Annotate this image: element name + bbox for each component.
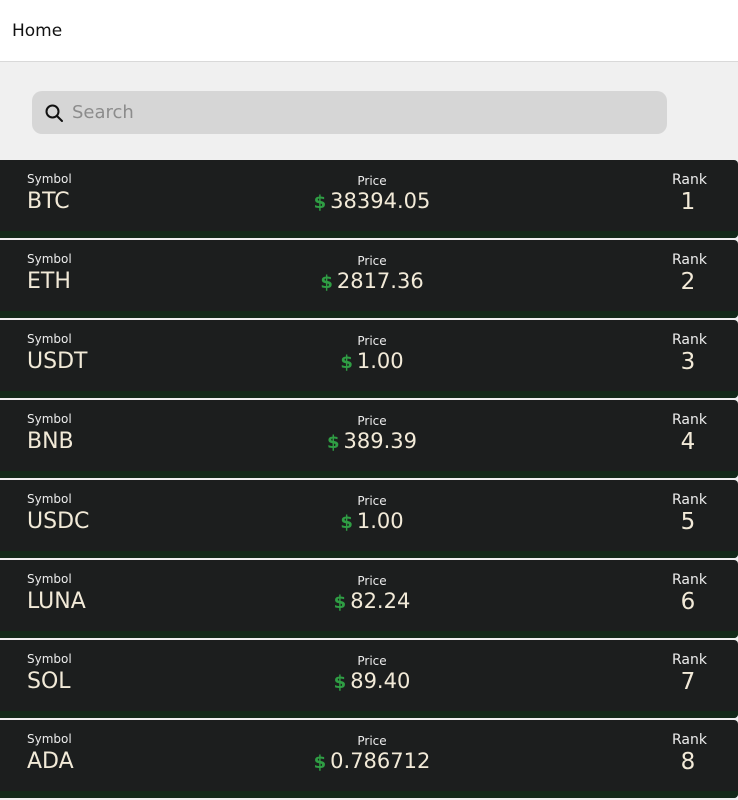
rank-label: Rank — [672, 252, 707, 268]
dollar-icon: $ — [313, 752, 327, 773]
dollar-icon: $ — [313, 192, 327, 213]
main-content: Symbol BTC Price $38394.05 Rank 1 Symbol… — [0, 62, 738, 800]
coin-price: 389.39 — [343, 429, 418, 453]
price-row: $389.39 — [327, 429, 417, 453]
coin-symbol: SOL — [27, 669, 71, 694]
card-accent-bar — [0, 391, 738, 398]
rank-label: Rank — [672, 332, 707, 348]
coin-price: 0.786712 — [330, 749, 431, 773]
symbol-label: Symbol — [27, 252, 72, 266]
coin-price: 2817.36 — [336, 269, 424, 293]
symbol-label: Symbol — [27, 492, 72, 506]
price-label: Price — [357, 414, 387, 428]
dollar-icon: $ — [326, 432, 340, 453]
coin-card[interactable]: Symbol ADA Price $0.786712 Rank 8 — [0, 720, 738, 798]
search-input[interactable] — [72, 91, 652, 134]
symbol-label: Symbol — [27, 572, 72, 586]
coin-card[interactable]: Symbol SOL Price $89.40 Rank 7 — [0, 640, 738, 718]
price-label: Price — [357, 494, 387, 508]
rank-label: Rank — [672, 732, 707, 748]
rank-label: Rank — [672, 172, 707, 188]
app-root: Home Symbol BTC Price $38394.05 Rank 1 — [0, 0, 738, 800]
coin-rank: 6 — [680, 589, 696, 615]
coin-card[interactable]: Symbol USDC Price $1.00 Rank 5 — [0, 480, 738, 558]
rank-label: Rank — [672, 412, 707, 428]
price-label: Price — [357, 734, 387, 748]
dollar-icon: $ — [340, 352, 353, 373]
symbol-label: Symbol — [27, 412, 72, 426]
coin-card[interactable]: Symbol USDT Price $1.00 Rank 3 — [0, 320, 738, 398]
coin-symbol: USDC — [27, 509, 90, 534]
coin-price: 82.24 — [350, 589, 411, 613]
coin-price: 1.00 — [356, 509, 404, 533]
price-row: $82.24 — [334, 589, 411, 613]
coin-rank: 7 — [680, 669, 696, 695]
dollar-icon: $ — [320, 272, 333, 293]
coin-symbol: ETH — [27, 269, 71, 294]
price-row: $89.40 — [334, 669, 411, 693]
card-accent-bar — [0, 231, 738, 238]
coin-rank: 8 — [680, 749, 696, 775]
rank-label: Rank — [672, 652, 707, 668]
app-header: Home — [0, 0, 738, 62]
price-row: $1.00 — [340, 349, 403, 373]
coin-rank: 4 — [680, 429, 696, 455]
coin-price: 89.40 — [350, 669, 411, 693]
price-label: Price — [357, 174, 387, 188]
price-label: Price — [357, 334, 387, 348]
coin-rank: 3 — [680, 349, 696, 375]
coin-symbol: ADA — [27, 749, 74, 774]
price-label: Price — [357, 654, 387, 668]
price-row: $0.786712 — [314, 749, 431, 773]
card-accent-bar — [0, 791, 738, 798]
coin-symbol: BTC — [27, 189, 70, 214]
price-label: Price — [357, 574, 387, 588]
coin-price: 1.00 — [356, 349, 404, 373]
coin-symbol: LUNA — [27, 589, 86, 614]
coin-rank: 2 — [680, 269, 696, 295]
search-icon — [45, 104, 63, 122]
symbol-label: Symbol — [27, 652, 72, 666]
price-row: $1.00 — [340, 509, 403, 533]
price-row: $38394.05 — [314, 189, 431, 213]
card-accent-bar — [0, 631, 738, 638]
coin-card[interactable]: Symbol BNB Price $389.39 Rank 4 — [0, 400, 738, 478]
price-label: Price — [357, 254, 387, 268]
card-accent-bar — [0, 711, 738, 718]
search-bar[interactable] — [32, 91, 667, 134]
symbol-label: Symbol — [27, 732, 72, 746]
price-row: $2817.36 — [320, 269, 423, 293]
coin-card[interactable]: Symbol ETH Price $2817.36 Rank 2 — [0, 240, 738, 318]
coin-price: 38394.05 — [330, 189, 431, 213]
dollar-icon: $ — [333, 672, 347, 693]
symbol-label: Symbol — [27, 332, 72, 346]
coin-card[interactable]: Symbol LUNA Price $82.24 Rank 6 — [0, 560, 738, 638]
card-accent-bar — [0, 471, 738, 478]
coin-rank: 1 — [680, 189, 696, 215]
rank-label: Rank — [672, 492, 707, 508]
coin-card[interactable]: Symbol BTC Price $38394.05 Rank 1 — [0, 160, 738, 238]
rank-label: Rank — [672, 572, 707, 588]
dollar-icon: $ — [340, 512, 353, 533]
coin-symbol: USDT — [27, 349, 88, 374]
symbol-label: Symbol — [27, 172, 72, 186]
card-accent-bar — [0, 551, 738, 558]
page-title: Home — [12, 21, 63, 41]
card-accent-bar — [0, 311, 738, 318]
coin-symbol: BNB — [27, 429, 74, 454]
coin-rank: 5 — [680, 509, 696, 535]
dollar-icon: $ — [333, 592, 347, 613]
